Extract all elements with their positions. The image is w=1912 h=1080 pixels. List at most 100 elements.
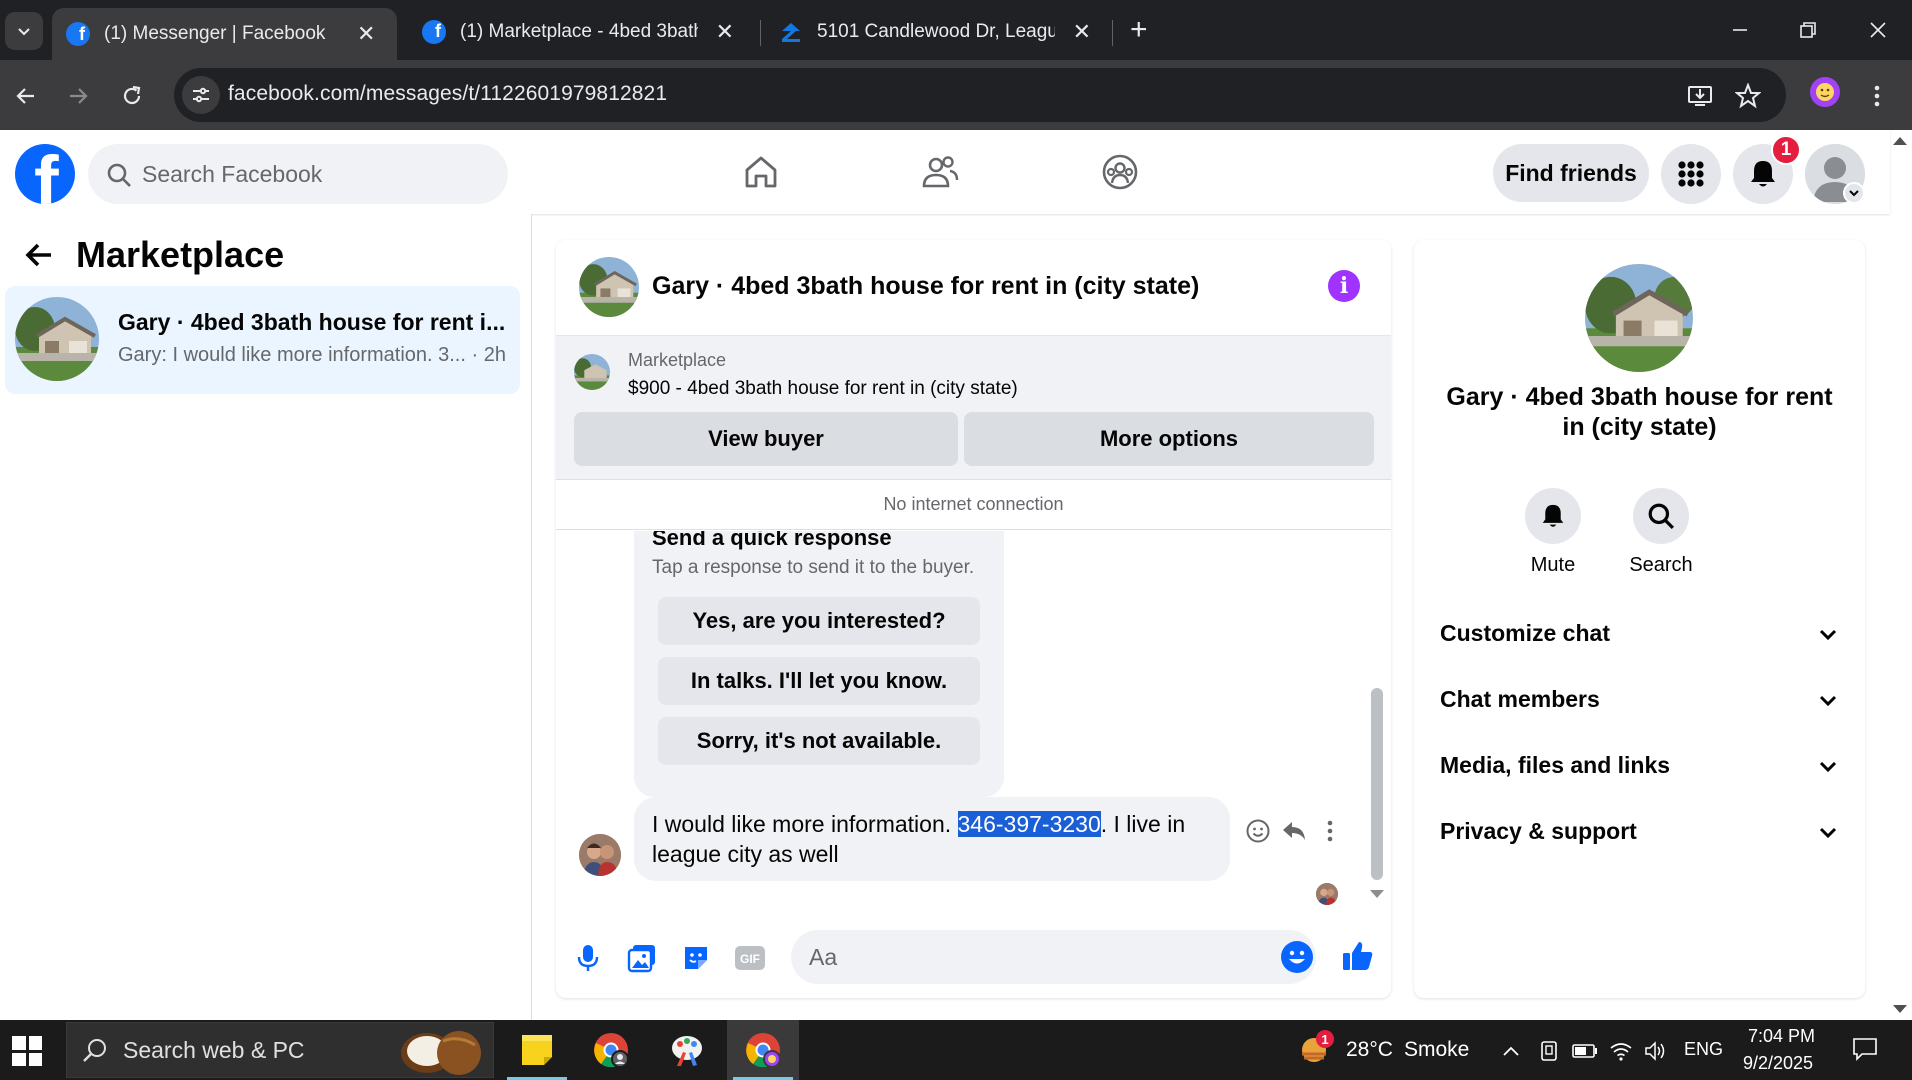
back-button[interactable]	[22, 238, 56, 272]
voice-clip-button[interactable]	[570, 940, 606, 976]
browser-tab-marketplace[interactable]: f (1) Marketplace - 4bed 3bath ho ✕	[408, 9, 748, 54]
clock-time[interactable]: 7:04 PM	[1748, 1026, 1815, 1047]
tab-search-dropdown[interactable]	[5, 12, 43, 50]
chrome-menu-button[interactable]	[1862, 78, 1892, 114]
chevron-down-icon	[1819, 695, 1837, 707]
input-language[interactable]: ENG	[1684, 1039, 1723, 1060]
chevron-down-icon	[1819, 629, 1837, 641]
facebook-logo[interactable]: f	[15, 144, 75, 204]
like-button[interactable]	[1340, 938, 1376, 974]
search-icon	[107, 163, 131, 187]
quick-response-option[interactable]: Yes, are you interested?	[658, 597, 980, 645]
close-tab-icon[interactable]: ✕	[716, 19, 734, 45]
message-composer: GIF Aa	[556, 920, 1391, 998]
page-scroll-up-arrow[interactable]	[1893, 137, 1907, 145]
browser-tab-zillow[interactable]: 5101 Candlewood Dr, League C ✕	[765, 9, 1105, 54]
restore-button[interactable]	[1788, 12, 1828, 48]
wifi-status[interactable]	[1608, 1038, 1634, 1064]
listing-title[interactable]: $900 - 4bed 3bath house for rent in (cit…	[628, 378, 1018, 400]
conversation-item[interactable]: Gary · 4bed 3bath house for rent i... Ga…	[5, 286, 520, 394]
taskbar-sticky-notes[interactable]	[501, 1020, 573, 1080]
volume-status[interactable]	[1643, 1038, 1669, 1064]
close-window-button[interactable]	[1858, 12, 1898, 48]
message-more-button[interactable]	[1314, 815, 1346, 847]
close-tab-icon[interactable]: ✕	[357, 21, 375, 47]
address-bar[interactable]: facebook.com/messages/t/1122601979812821	[174, 68, 1786, 122]
quick-response-option[interactable]: In talks. I'll let you know.	[658, 657, 980, 705]
close-tab-icon[interactable]: ✕	[1073, 19, 1091, 45]
back-button[interactable]	[8, 78, 44, 114]
view-buyer-button[interactable]: View buyer	[574, 412, 958, 466]
facebook-search-input[interactable]: Search Facebook	[88, 144, 508, 204]
quick-response-card: Send a quick response Tap a response to …	[634, 531, 1004, 797]
bookmark-button[interactable]	[1734, 82, 1762, 110]
snippet-text: Gary: I would like more information. 3..…	[118, 344, 466, 366]
site-info-button[interactable]	[182, 76, 220, 114]
minimize-icon	[1733, 29, 1747, 31]
message-scrollbar-thumb[interactable]	[1371, 688, 1383, 880]
taskbar-search[interactable]: Search web & PC	[66, 1022, 494, 1078]
chrome-profile-avatar[interactable]	[1810, 77, 1840, 107]
react-button[interactable]	[1242, 815, 1274, 847]
tab-separator	[1112, 20, 1113, 46]
attach-media-button[interactable]	[624, 940, 660, 976]
section-chat-members[interactable]: Chat members	[1414, 670, 1865, 730]
search-in-conversation-button[interactable]	[1633, 488, 1689, 544]
new-tab-button[interactable]: +	[1130, 14, 1148, 46]
account-caret[interactable]	[1843, 182, 1865, 204]
tab-title: (1) Messenger | Facebook	[104, 23, 326, 44]
listing-photo[interactable]	[1585, 264, 1693, 372]
taskbar-chrome-profile[interactable]	[575, 1020, 647, 1080]
reload-button[interactable]	[114, 78, 150, 114]
grid-menu-icon	[1678, 161, 1704, 187]
minimize-button[interactable]	[1720, 12, 1760, 48]
start-button[interactable]	[12, 1036, 42, 1066]
sticky-notes-icon	[522, 1035, 552, 1065]
menu-button[interactable]	[1661, 144, 1721, 204]
sticker-button[interactable]	[678, 940, 714, 976]
browser-tab-messenger[interactable]: f (1) Messenger | Facebook ✕	[52, 8, 397, 60]
forward-button[interactable]	[60, 78, 96, 114]
listing-thumbnail[interactable]	[579, 257, 639, 317]
nav-home[interactable]	[739, 150, 783, 194]
clock-date[interactable]: 9/2/2025	[1743, 1053, 1813, 1074]
weather-condition[interactable]: Smoke	[1404, 1038, 1469, 1062]
show-hidden-icons-button[interactable]	[1498, 1038, 1524, 1064]
highlighted-phone-number[interactable]: 346-397-3230	[957, 811, 1101, 837]
message-input[interactable]: Aa	[791, 930, 1316, 984]
sender-avatar[interactable]	[579, 834, 621, 876]
nav-friends[interactable]	[918, 150, 962, 194]
info-icon[interactable]: i	[1328, 270, 1360, 302]
mute-action[interactable]: Mute	[1508, 488, 1598, 577]
mute-button[interactable]	[1525, 488, 1581, 544]
section-privacy-support[interactable]: Privacy & support	[1414, 802, 1865, 862]
chevron-down-icon	[18, 28, 30, 36]
page-scroll-down-arrow[interactable]	[1893, 1005, 1907, 1013]
search-action[interactable]: Search	[1616, 488, 1706, 577]
emoji-button[interactable]	[1281, 941, 1313, 973]
section-media-files-links[interactable]: Media, files and links	[1414, 736, 1865, 796]
more-vertical-icon	[1327, 820, 1333, 842]
reply-button[interactable]	[1278, 815, 1310, 847]
url-text[interactable]: facebook.com/messages/t/1122601979812821	[228, 82, 667, 106]
chat-title[interactable]: Gary · 4bed 3bath house for rent in (cit…	[652, 272, 1199, 301]
battery-status[interactable]	[1572, 1038, 1598, 1064]
scroll-down-arrow[interactable]	[1370, 890, 1384, 898]
message-text: I would like more information.	[652, 811, 958, 837]
message-bubble[interactable]: I would like more information. 346-397-3…	[634, 797, 1230, 881]
quick-response-option[interactable]: Sorry, it's not available.	[658, 717, 980, 765]
facebook-icon: f	[422, 19, 446, 44]
section-customize-chat[interactable]: Customize chat	[1414, 604, 1865, 664]
arrow-right-icon	[70, 88, 88, 104]
taskbar-paint[interactable]	[651, 1020, 723, 1080]
tray-device-icon[interactable]	[1536, 1038, 1562, 1064]
gif-button[interactable]: GIF	[732, 940, 768, 976]
install-app-button[interactable]	[1686, 82, 1714, 110]
action-center-button[interactable]	[1852, 1036, 1878, 1062]
emoji-face-icon	[1816, 83, 1834, 101]
weather-temperature[interactable]: 28°C	[1346, 1038, 1393, 1062]
nav-groups[interactable]	[1098, 150, 1142, 194]
find-friends-button[interactable]: Find friends	[1493, 144, 1649, 202]
taskbar-chrome-active[interactable]	[727, 1020, 799, 1080]
more-options-button[interactable]: More options	[964, 412, 1374, 466]
